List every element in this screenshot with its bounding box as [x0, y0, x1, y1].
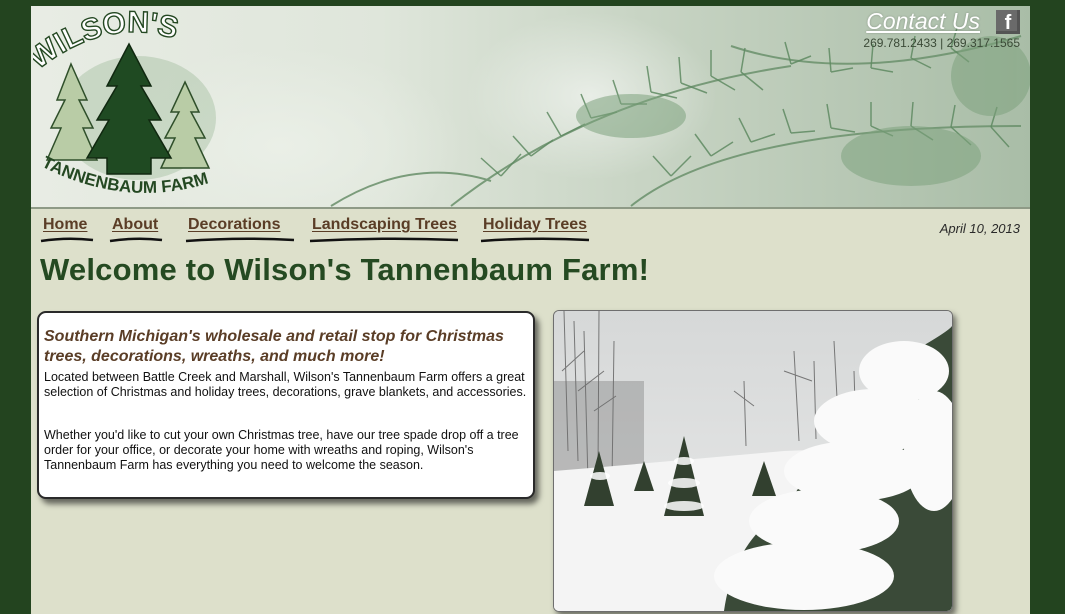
facebook-icon[interactable]: f: [996, 10, 1020, 34]
nav-holiday-trees-label: Holiday Trees: [483, 216, 588, 233]
nav-decorations[interactable]: Decorations: [185, 216, 295, 243]
intro-lead: Southern Michigan's wholesale and retail…: [44, 328, 504, 365]
pine-tree-logo: WILSON'S TANNENBAUM FARM: [33, 8, 216, 197]
main-nav: Home About Decorations Landscaping Trees…: [31, 213, 1030, 247]
nav-holiday-trees[interactable]: Holiday Trees: [480, 216, 590, 243]
intro-paragraph: Located between Battle Creek and Marshal…: [44, 370, 527, 399]
brush-underline: [40, 237, 94, 243]
header-banner: WILSON'S TANNENBAUM FARM Contact Us f 26…: [31, 6, 1030, 209]
snowy-trees-photo: [553, 310, 953, 612]
intro-paragraph: Whether you'd like to cut your own Chris…: [44, 428, 519, 472]
current-date: April 10, 2013: [939, 221, 1020, 236]
phone-numbers: 269.781.2433 | 269.317.1565: [863, 36, 1020, 50]
brush-underline: [480, 237, 590, 243]
nav-about-label: About: [112, 216, 159, 233]
nav-landscaping-trees-label: Landscaping Trees: [312, 216, 457, 233]
intro-box: Southern Michigan's wholesale and retail…: [37, 311, 535, 499]
nav-home[interactable]: Home: [40, 216, 94, 243]
page: WILSON'S TANNENBAUM FARM Contact Us f 26…: [31, 6, 1030, 614]
brush-underline: [109, 237, 163, 243]
brush-underline: [309, 237, 459, 243]
nav-decorations-label: Decorations: [188, 216, 281, 233]
contact-us-link[interactable]: Contact Us: [866, 8, 980, 35]
nav-home-label: Home: [43, 216, 88, 233]
nav-landscaping-trees[interactable]: Landscaping Trees: [309, 216, 459, 243]
page-title: Welcome to Wilson's Tannenbaum Farm!: [40, 252, 650, 287]
nav-about[interactable]: About: [109, 216, 163, 243]
brush-underline: [185, 237, 295, 243]
